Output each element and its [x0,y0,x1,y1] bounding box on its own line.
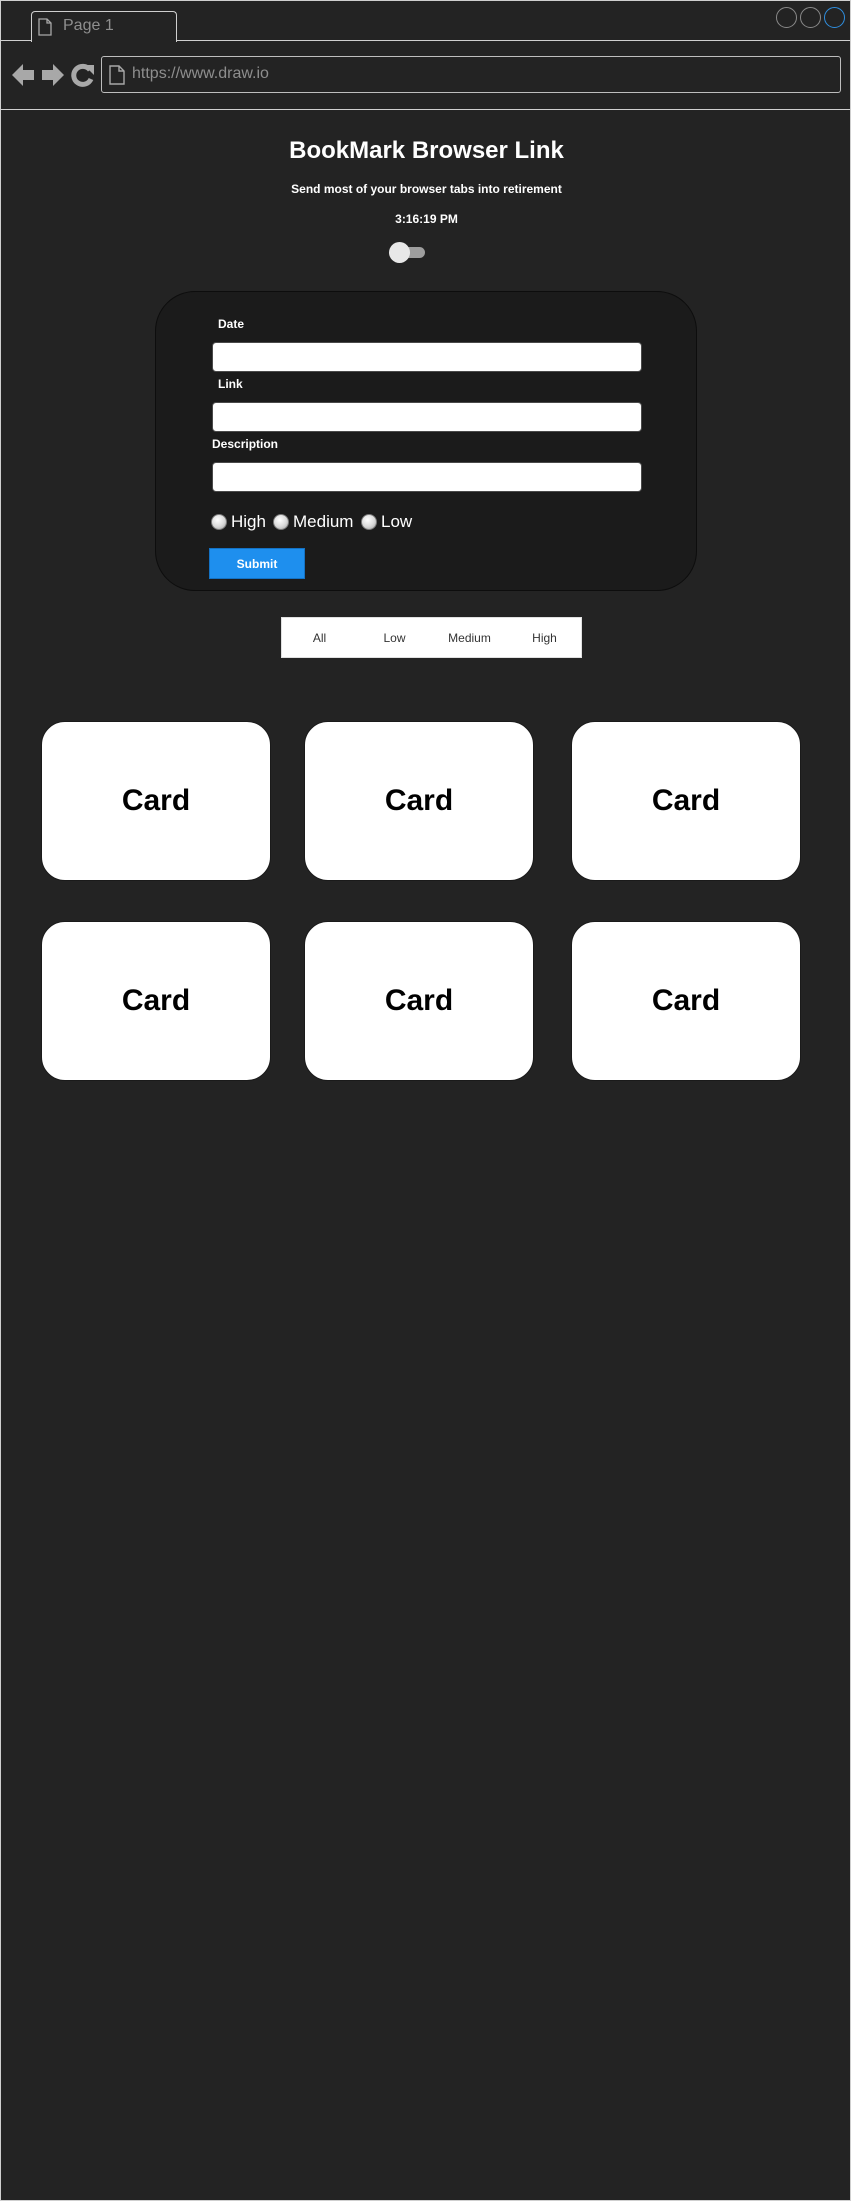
priority-filter-bar: All Low Medium High [281,617,582,658]
tab-page-1[interactable]: Page 1 [31,11,177,42]
description-label: Description [212,437,279,451]
page-icon [38,18,52,36]
bookmark-form-panel: Date Link Description High Medium Low Su… [155,291,697,591]
toggle-knob [389,242,410,263]
priority-label: Medium [293,512,354,531]
priority-radio-low[interactable]: Low [361,512,412,532]
filter-low[interactable]: Low [357,618,432,659]
arrow-right-icon[interactable] [41,62,65,88]
submit-button[interactable]: Submit [209,548,305,579]
page-title: BookMark Browser Link [289,137,564,164]
window-close-button[interactable] [824,7,845,28]
card-label: Card [651,984,721,1017]
link-field[interactable] [212,402,642,432]
window-maximize-button[interactable] [800,7,821,28]
card-label: Card [384,784,454,817]
tab-strip: Page 1 [1,1,850,42]
card-label: Card [651,784,721,817]
bookmark-card[interactable]: Card [571,921,801,1081]
address-bar[interactable] [101,56,841,93]
card-label: Card [384,984,454,1017]
filter-all[interactable]: All [282,618,357,659]
filter-high[interactable]: High [507,618,582,659]
card-label: Card [121,784,191,817]
theme-toggle[interactable] [389,241,427,263]
filter-medium[interactable]: Medium [432,618,507,659]
navigation-bar [1,42,850,110]
priority-radio-medium[interactable]: Medium [273,512,353,532]
radio-circle-icon[interactable] [211,514,227,530]
arrow-left-icon[interactable] [11,62,35,88]
date-field[interactable] [212,342,642,372]
browser-window: Page 1 BookMark Browser Link Send most o… [0,0,851,2201]
bookmark-card[interactable]: Card [41,721,271,881]
page-subtitle: Send most of your browser tabs into reti… [291,182,562,196]
reload-icon[interactable] [71,62,95,88]
priority-radio-high[interactable]: High [211,512,266,532]
radio-circle-icon[interactable] [273,514,289,530]
date-label: Date [218,317,245,331]
card-label: Card [121,984,191,1017]
tab-label: Page 1 [63,17,114,34]
page-icon [109,65,125,85]
bookmark-card[interactable]: Card [571,721,801,881]
bookmark-card[interactable]: Card [304,921,534,1081]
bookmark-card[interactable]: Card [41,921,271,1081]
radio-circle-icon[interactable] [361,514,377,530]
link-label: Link [218,377,243,391]
window-minimize-button[interactable] [776,7,797,28]
bookmark-card[interactable]: Card [304,721,534,881]
description-field[interactable] [212,462,642,492]
clock-display: 3:16:19 PM [395,212,458,226]
url-input[interactable] [132,62,822,86]
priority-label: High [231,512,266,531]
priority-label: Low [381,512,413,531]
